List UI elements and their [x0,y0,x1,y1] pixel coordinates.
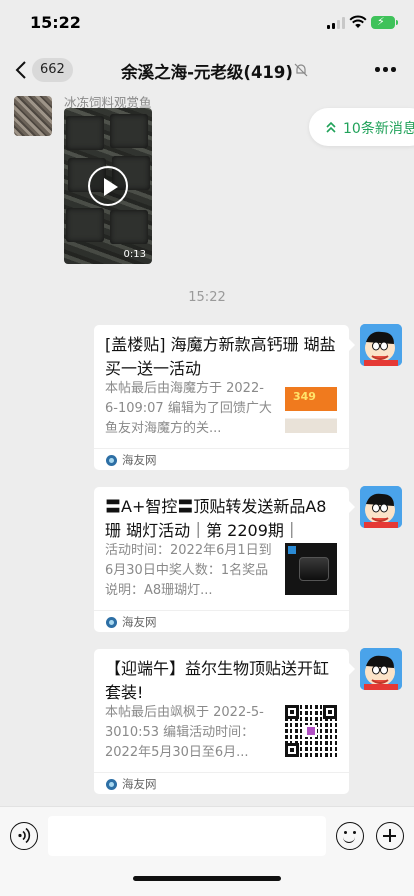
wifi-icon [349,15,367,28]
card-footer: 海友网 [94,772,349,794]
link-card[interactable]: [盖楼贴] 海魔方新款高钙珊 瑚盐买一送一活动 本帖最后由海魔方于 2022-6… [94,325,355,470]
play-icon[interactable] [88,166,128,206]
card-thumbnail: 349 [285,381,337,433]
card-description: 活动时间：2022年6月1日到6月30日中奖人数：1名奖品说明：A8珊瑚灯... [105,543,272,598]
card-description: 本帖最后由飒枫于 2022-5-3010:53 编辑活动时间：2022年5月30… [105,705,264,760]
my-avatar[interactable] [360,486,402,528]
cartoon-avatar-icon [360,324,402,366]
qr-code-thumbnail [285,705,337,757]
link-card[interactable]: 【迎端午】益尔生物顶贴送开缸套装! 本帖最后由飒枫于 2022-5-3010:5… [94,649,355,794]
cellular-signal-icon [327,17,345,29]
new-messages-label: 10条新消息 [343,121,414,137]
status-time: 15:22 [30,13,81,32]
source-logo-icon [106,617,117,628]
card-title: [盖楼贴] 海魔方新款高钙珊 瑚盐买一送一活动 [105,335,336,378]
source-logo-icon [106,779,117,790]
message-input[interactable] [48,816,326,856]
card-footer: 海友网 [94,610,349,632]
card-title: 【迎端午】益尔生物顶贴送开缸套装! [105,659,330,702]
mute-bell-icon [294,63,308,77]
card-description: 本帖最后由海魔方于 2022-6-109:07 编辑为了回馈广大鱼友对海魔方的关… [105,381,272,436]
more-options-icon[interactable] [375,67,397,73]
card-source: 海友网 [122,777,157,791]
chat-title: 余溪之海-元老级(419) [121,63,293,82]
message-input-bar [0,806,414,896]
more-actions-plus-icon[interactable] [376,822,404,850]
video-duration: 0:13 [123,249,146,260]
cartoon-avatar-icon [360,486,402,528]
emoji-icon[interactable] [336,822,364,850]
cartoon-avatar-icon [360,648,402,690]
thumbnail-text: 349 [293,390,316,403]
home-indicator [133,876,281,881]
source-logo-icon [106,455,117,466]
card-thumbnail [285,543,337,595]
my-avatar[interactable] [360,324,402,366]
sender-avatar[interactable] [14,96,52,136]
card-footer: 海友网 [94,448,349,470]
card-title: 〓A+智控〓顶贴转发送新品A8珊 瑚灯活动｜第 2209期｜ [105,497,327,540]
video-message[interactable]: 0:13 [64,108,152,264]
new-messages-button[interactable]: 10条新消息 [309,108,414,146]
message-timestamp: 15:22 [188,290,226,305]
card-source: 海友网 [122,453,157,467]
voice-input-icon[interactable] [10,822,38,850]
card-source: 海友网 [122,615,157,629]
link-card[interactable]: 〓A+智控〓顶贴转发送新品A8珊 瑚灯活动｜第 2209期｜ 活动时间：2022… [94,487,355,632]
chat-header: 662 余溪之海-元老级(419) [0,48,414,92]
status-bar: 15:22 ⚡ [0,0,414,46]
my-avatar[interactable] [360,648,402,690]
double-chevron-up-icon [326,121,336,133]
charging-icon: ⚡ [377,15,385,28]
